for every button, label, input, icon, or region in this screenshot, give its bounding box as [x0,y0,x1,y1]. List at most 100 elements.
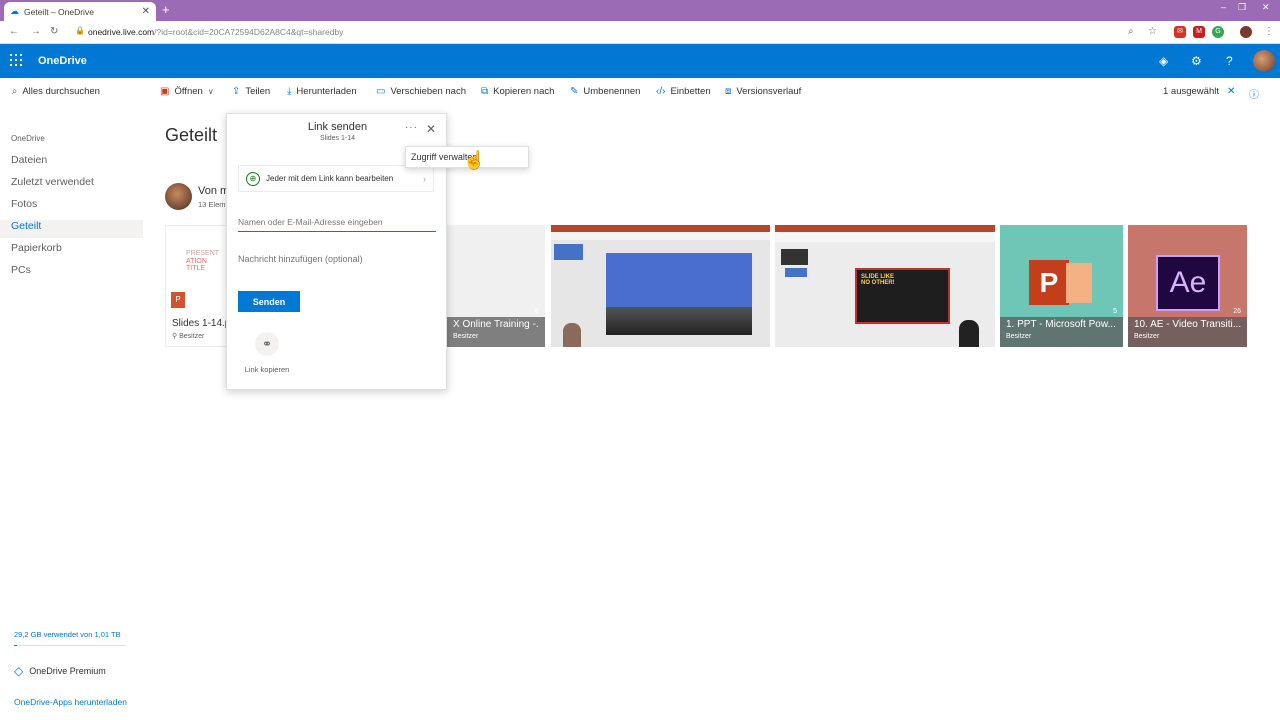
tile-owner: Besitzer [453,333,479,340]
page-title: Geteilt [165,125,218,145]
folder-tile[interactable]: P 5 1. PPT - Microsoft Pow... Besitzer [1000,225,1123,347]
dialog-subtitle: Slides 1-14 [319,135,356,142]
tile-caption: 10. AE - Video Transiti... Besitzer [1128,317,1247,347]
clear-selection-icon[interactable]: ✕ [1227,86,1235,97]
version-history-button[interactable]: ⧈ Versionsverlauf [725,86,801,97]
share-label: Teilen [245,86,271,97]
message-input[interactable] [238,249,436,269]
thumb-slide-dark: SLIDE LIKE NO OTHER! [855,268,950,324]
thumb-slide-blue [606,253,752,307]
search-icon: ⌕ [12,86,18,97]
thumb-toolbar [775,232,995,242]
tile-caption: X Online Training -... Besitzer [447,317,545,347]
link-permission-button[interactable]: ⊕ Jeder mit dem Link kann bearbeiten › [238,165,434,192]
back-icon[interactable]: ← [9,26,19,37]
owner-name[interactable]: Von m [198,185,229,197]
rename-label: Umbenennen [583,86,641,97]
reload-icon[interactable]: ↻ [50,26,58,37]
nav-item-pcs[interactable]: PCs [11,264,31,276]
history-label: Versionsverlauf [736,86,802,97]
premium-diamond-icon[interactable]: ◈ [1159,54,1168,68]
nav-item-files[interactable]: Dateien [11,154,47,166]
tile-name: 1. PPT - Microsoft Pow... [1006,319,1116,330]
file-tile[interactable]: 8 X Online Training -... Besitzer [447,225,545,347]
item-count: 26 [1233,308,1241,315]
suite-bar: OneDrive ◈ ⚙ ? [0,44,1280,78]
owner-avatar [165,183,192,210]
send-button[interactable]: Senden [238,291,300,312]
nav-item-shared[interactable]: Geteilt [11,220,41,232]
move-to-button[interactable]: ▭ Verschieben nach [376,86,466,97]
thumb-slide-city [606,307,752,335]
settings-gear-icon[interactable]: ⚙ [1191,54,1202,68]
window-close-icon[interactable]: ✕ [1262,2,1270,13]
tile-name: X Online Training -... [453,319,539,330]
browser-tab-strip: ☁ Geteilt – OneDrive ✕ + – ❐ ✕ [0,0,1280,21]
thumb-ribbon [775,225,995,232]
tile-owner: Besitzer [1134,333,1160,340]
selection-count: 1 ausgewählt ✕ [1163,86,1235,97]
search-box[interactable]: ⌕ Alles durchsuchen [12,86,100,97]
help-icon[interactable]: ? [1226,54,1233,68]
storage-usage-bar [14,645,126,646]
globe-icon: ⊕ [246,171,260,186]
tile-name: 10. AE - Video Transiti... [1134,319,1241,330]
forward-icon[interactable]: → [31,26,41,37]
share-button[interactable]: ⇪ Teilen [232,86,270,97]
profile-avatar-icon[interactable] [1240,26,1252,38]
chevron-right-icon: › [423,173,426,184]
zoom-icon[interactable]: ⌕ [1128,26,1134,37]
chevron-down-icon: ∨ [207,87,214,96]
move-icon: ▭ [376,86,386,97]
open-button[interactable]: ▣ Öffnen ∨ [160,86,214,97]
close-tab-icon[interactable]: ✕ [142,6,150,17]
bookmark-star-icon[interactable]: ☆ [1148,26,1157,37]
premium-link[interactable]: ◇ OneDrive Premium [14,664,106,678]
get-apps-link[interactable]: OneDrive-Apps herunterladen [14,697,127,707]
link-icon[interactable]: ⚭ [255,332,279,356]
nav-item-recycle-bin[interactable]: Papierkorb [11,242,62,254]
new-tab-icon[interactable]: + [162,2,170,17]
extension-m-icon[interactable]: M [1193,26,1205,38]
powerpoint-file-icon: P [171,292,185,308]
copy-label: Kopieren nach [493,86,555,97]
download-button[interactable]: ⤓ Herunterladen [287,86,357,97]
copy-link-button[interactable]: Link kopieren [227,365,307,374]
nav-item-photos[interactable]: Fotos [11,198,37,210]
nav-item-recent[interactable]: Zuletzt verwendet [11,176,94,188]
more-options-icon[interactable]: ··· [405,122,418,133]
info-button[interactable]: ⓘ [1249,86,1259,101]
history-icon: ⧈ [725,86,732,97]
thumb-ribbon [551,225,770,232]
minimize-icon[interactable]: – [1221,2,1226,12]
close-dialog-icon[interactable]: ✕ [426,122,436,136]
address-bar: ← → ↻ 🔒 onedrive.live.com/?id=root&cid=2… [0,21,1280,44]
maximize-icon[interactable]: ❐ [1238,2,1246,13]
extension-g-icon[interactable]: G [1212,26,1224,38]
brand-title[interactable]: OneDrive [38,55,87,67]
powerpoint-doc-shape [1066,263,1092,303]
embed-label: Einbetten [670,86,711,97]
rename-button[interactable]: ✎ Umbenennen [570,86,640,97]
browser-menu-icon[interactable]: ⋮ [1264,26,1274,37]
tile-owner-label: Besitzer [179,333,205,340]
thumb-text-ation: ATION TITLE [186,258,207,272]
tile-owner: ⚲ Besitzer [172,332,204,340]
command-bar: ▣ Öffnen ∨ ⇪ Teilen ⤓ Herunterladen ▭ Verschi… [143,78,1280,104]
embed-code-icon: ‹/› [656,86,666,97]
user-avatar[interactable] [1253,50,1275,72]
share-icon: ⇪ [232,86,241,97]
video-tile[interactable]: SLIDE LIKE NO OTHER! [775,225,995,347]
app-launcher-icon[interactable] [10,54,22,66]
storage-usage-link[interactable]: 29,2 GB verwendet von 1,01 TB [14,630,121,639]
info-icon: ⓘ [1249,90,1259,101]
browser-tab[interactable]: ☁ Geteilt – OneDrive ✕ [4,2,156,21]
extension-mail-icon[interactable]: ✉ [1174,26,1186,38]
url-field[interactable]: onedrive.live.com/?id=root&cid=20CA72594… [88,27,343,37]
copy-to-button[interactable]: ⧉ Kopieren nach [481,86,554,97]
embed-button[interactable]: ‹/› Einbetten [656,86,711,97]
folder-tile[interactable]: Ae 26 10. AE - Video Transiti... Besitze… [1128,225,1247,347]
rename-pencil-icon: ✎ [570,86,579,97]
recipient-input[interactable] [238,213,436,232]
video-tile[interactable] [551,225,770,347]
